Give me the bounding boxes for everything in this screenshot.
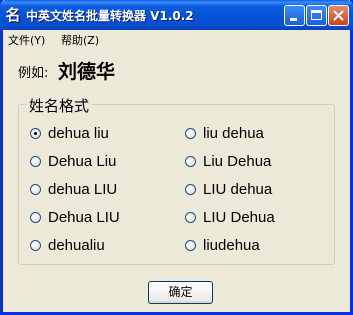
radio-label: liudehua — [203, 237, 260, 254]
close-icon — [333, 10, 344, 21]
window-title: 中英文姓名批量转换器 V1.0.2 — [26, 9, 194, 23]
menu-help[interactable]: 帮助(Z) — [61, 32, 99, 48]
radio-button[interactable] — [185, 156, 196, 167]
radio-label: Dehua LIU — [48, 209, 120, 226]
radio-button[interactable] — [185, 184, 196, 195]
radio-label: dehualiu — [48, 237, 105, 254]
example-label: 例如: — [18, 66, 49, 81]
title-bar[interactable]: 名 中英文姓名批量转换器 V1.0.2 — [0, 0, 353, 30]
radio-option[interactable]: dehua liu — [30, 125, 109, 142]
radio-button[interactable] — [185, 240, 196, 251]
radio-button[interactable] — [185, 212, 196, 223]
ok-button[interactable]: 确定 — [148, 281, 213, 304]
radio-label: Dehua Liu — [48, 153, 117, 170]
radio-label: dehua liu — [48, 125, 109, 142]
maximize-button[interactable] — [306, 5, 327, 26]
menu-file[interactable]: 文件(Y) — [8, 32, 45, 48]
radio-label: LIU Dehua — [203, 209, 275, 226]
radio-label: dehua LIU — [48, 181, 118, 198]
radio-option[interactable]: dehualiu — [30, 237, 105, 254]
radio-option[interactable]: Dehua LIU — [30, 209, 120, 226]
radio-button[interactable] — [30, 184, 41, 195]
radio-option[interactable]: liu dehua — [185, 125, 264, 142]
group-title: 姓名格式 — [27, 95, 92, 116]
close-button[interactable] — [328, 5, 349, 26]
radio-option[interactable]: liudehua — [185, 237, 260, 254]
radio-option[interactable]: LIU Dehua — [185, 209, 275, 226]
radio-option[interactable]: LIU dehua — [185, 181, 272, 198]
radio-button[interactable] — [30, 240, 41, 251]
radio-label: Liu Dehua — [203, 153, 272, 170]
radio-button[interactable] — [30, 212, 41, 223]
radio-button[interactable] — [185, 128, 196, 139]
radio-label: liu dehua — [203, 125, 264, 142]
radio-button[interactable] — [30, 128, 41, 139]
example-name: 刘德华 — [58, 61, 116, 83]
radio-option[interactable]: dehua LIU — [30, 181, 117, 198]
minimize-button[interactable] — [284, 5, 305, 26]
menu-bar: 文件(Y) 帮助(Z) — [3, 30, 350, 48]
radio-label: LIU dehua — [203, 181, 273, 198]
radio-option[interactable]: Dehua Liu — [30, 153, 116, 170]
radio-button[interactable] — [30, 156, 41, 167]
radio-option[interactable]: Liu Dehua — [185, 153, 271, 170]
app-icon[interactable]: 名 — [4, 6, 22, 24]
app-window: 名 中英文姓名批量转换器 V1.0.2 文件(Y) 帮助(Z) 例如: 刘德华 … — [0, 0, 353, 315]
